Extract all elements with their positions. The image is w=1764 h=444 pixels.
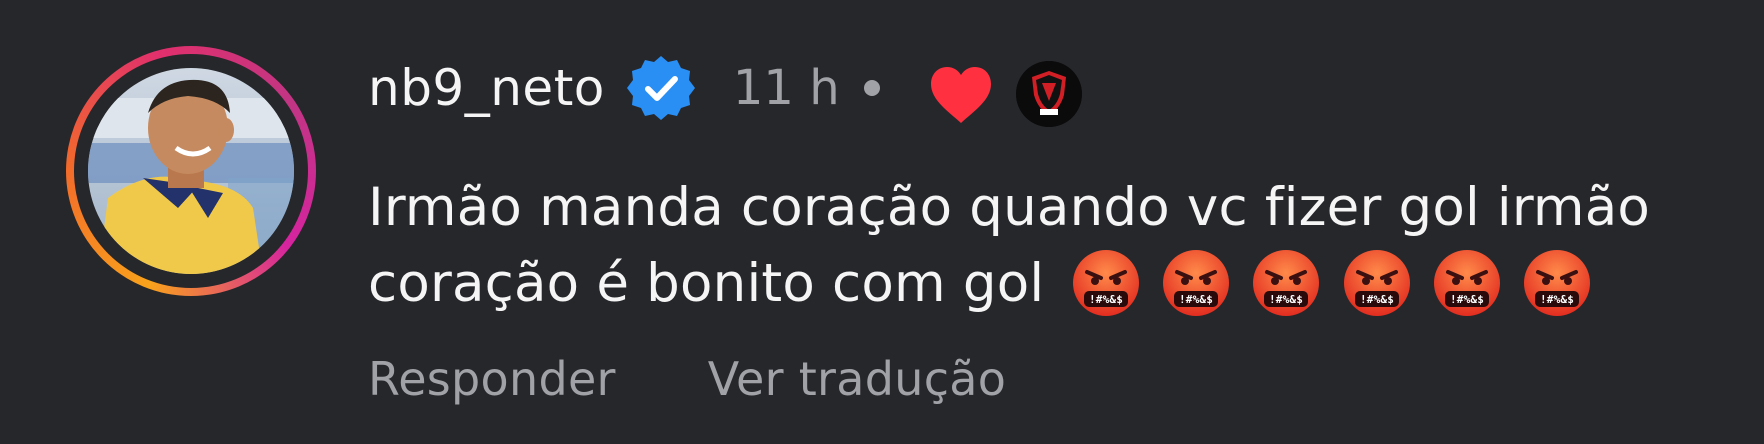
story-ring[interactable]: [66, 46, 316, 296]
cursing-face-emoji-icon: !#%&$: [1343, 249, 1410, 316]
avatar[interactable]: [88, 68, 294, 274]
svg-text:!#%&$: !#%&$: [1179, 293, 1213, 306]
cursing-face-emoji-icon: !#%&$: [1523, 249, 1590, 316]
cursing-face-emoji-icon: !#%&$: [1163, 249, 1230, 316]
svg-text:!#%&$: !#%&$: [1540, 293, 1574, 306]
comment-timestamp: 11 h: [732, 60, 840, 116]
comment-body: Irmão manda coração quando vc fizer gol …: [368, 170, 1728, 324]
username-link[interactable]: nb9_neto: [368, 59, 605, 117]
avatar-photo: [88, 68, 294, 274]
svg-text:!#%&$: !#%&$: [1269, 293, 1303, 306]
see-translation-button[interactable]: Ver tradução: [708, 352, 1006, 406]
cursing-face-emoji-icon: !#%&$: [1433, 249, 1500, 316]
comment-text-line-2: coração é bonito com gol: [368, 253, 1045, 314]
creator-heart-icon: [930, 67, 991, 123]
separator-dot: [863, 80, 880, 96]
svg-text:!#%&$: !#%&$: [1089, 293, 1123, 306]
svg-text:!#%&$: !#%&$: [1359, 293, 1393, 306]
comment-item: nb9_neto 11 h Irmão manda coração quando…: [0, 0, 1764, 444]
reply-button[interactable]: Responder: [368, 352, 616, 406]
cursing-face-emoji-icon: !#%&$: [1253, 249, 1320, 316]
comment-actions: Responder Ver tradução: [368, 352, 1006, 406]
comment-text-line-2-container: coração é bonito com gol !#%&$ !#%&$ !#%…: [368, 246, 1728, 324]
comment-header: nb9_neto 11 h: [368, 56, 1082, 127]
verified-badge-icon: [626, 56, 695, 120]
cursing-face-emoji-icon: !#%&$: [1073, 249, 1140, 316]
creator-avatar[interactable]: [1015, 61, 1082, 127]
svg-text:!#%&$: !#%&$: [1450, 293, 1484, 306]
emoji-group: !#%&$ !#%&$ !#%&$ !#%&$ !#%&$ !#%&$: [1071, 242, 1594, 318]
club-crest-icon: [1015, 61, 1082, 127]
comment-text-line-1: Irmão manda coração quando vc fizer gol …: [368, 177, 1651, 238]
